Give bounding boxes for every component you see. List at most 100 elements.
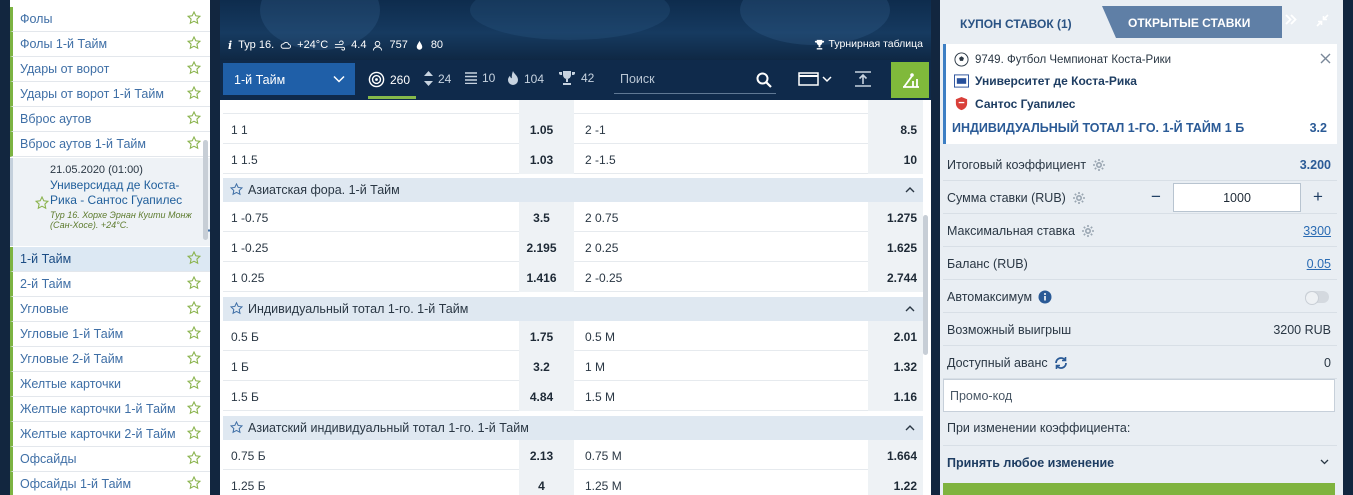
sidebar-item-yellow-cards-2nd-half[interactable]: Желтые карточки 2-й Тайм [10,422,210,447]
chevron-up-icon[interactable] [905,186,915,193]
star-icon[interactable] [187,251,201,265]
odds-button[interactable]: 1.275 [868,202,923,232]
odds-button[interactable]: 4.84 [519,381,574,411]
odds-button[interactable]: 1.16 [868,381,923,411]
chevron-up-icon[interactable] [905,305,915,312]
sidebar-item-goal-kicks-1st-half[interactable]: Удары от ворот 1-й Тайм [10,82,210,107]
refresh-icon[interactable] [1054,356,1068,370]
tab-open-bets[interactable]: ОТКРЫТЫЕ СТАВКИ [1102,6,1282,38]
odds-button[interactable]: 1.75 [519,321,574,351]
star-icon[interactable] [187,276,201,290]
odds-button[interactable]: 3.5 [519,202,574,232]
sidebar-item-corners-1st-half[interactable]: Угловые 1-й Тайм [10,322,210,347]
layout-toggle-icon[interactable] [798,72,832,86]
star-icon[interactable] [187,11,201,25]
odds-button[interactable]: 1.664 [868,440,923,470]
search-icon[interactable] [756,72,772,88]
odds-cell[interactable] [868,100,923,114]
odds-button[interactable]: 1.625 [868,232,923,262]
sidebar-item-yellow-cards[interactable]: Желтые карточки [10,372,210,397]
info-icon[interactable]: i [228,39,232,52]
star-icon[interactable] [230,183,243,196]
gear-icon[interactable] [1081,224,1095,238]
star-icon[interactable] [230,421,243,434]
odds-button[interactable]: 10 [868,144,923,174]
markets-scrollbar[interactable] [923,215,928,355]
odds-button[interactable]: 1.416 [519,262,574,292]
odds-button[interactable]: 1.22 [868,470,923,495]
sidebar-item-1st-half[interactable]: 1-й Тайм [10,247,210,272]
star-icon[interactable] [187,111,201,125]
match-teams-link[interactable]: Универсидад де Коста-Рика - Сантос Гуапи… [50,178,200,208]
sidebar-scrollbar[interactable] [203,140,208,240]
sidebar-item-yellow-cards-1st-half[interactable]: Желтые карточки 1-й Тайм [10,397,210,422]
close-icon[interactable] [1320,53,1331,64]
balance-link[interactable]: 0.05 [1307,257,1331,271]
star-icon[interactable] [187,426,201,440]
chevron-up-icon[interactable] [905,424,915,431]
star-icon[interactable] [187,136,201,150]
odds-button[interactable]: 8.5 [868,114,923,144]
tab-hot-markets[interactable]: 104 [507,71,544,86]
stake-increase-button[interactable]: + [1307,187,1329,209]
sidebar-item-corners-2nd-half[interactable]: Угловые 2-й Тайм [10,347,210,372]
gear-icon[interactable] [1092,158,1106,172]
collapse-icon[interactable] [1316,14,1329,27]
star-icon[interactable] [187,36,201,50]
tab-bet-slip[interactable]: КУПОН СТАВОК (1) [940,6,1102,44]
star-icon[interactable] [187,86,201,100]
star-icon[interactable] [187,61,201,75]
odds-button[interactable]: 2.13 [519,440,574,470]
odds-button[interactable]: 2.744 [868,262,923,292]
odds-button[interactable]: 4 [519,470,574,495]
stake-input[interactable] [1173,183,1301,212]
tab-special-markets[interactable]: 42 [558,71,594,85]
odds-button[interactable]: 3.2 [519,351,574,381]
sidebar-item-2nd-half[interactable]: 2-й Тайм [10,272,210,297]
star-icon[interactable] [187,351,201,365]
star-icon[interactable] [187,376,201,390]
odds-button[interactable]: 1.32 [868,351,923,381]
match-card[interactable]: 21.05.2020 (01:00) Универсидад де Коста-… [10,158,210,246]
tab-all-markets[interactable]: 260 [368,71,410,88]
pin-up-icon[interactable] [854,71,872,87]
sidebar-item-offsides-1st-half[interactable]: Офсайды 1-й Тайм [10,472,210,495]
market-header-individual-total[interactable]: Индивидуальный тотал 1-го. 1-й Тайм [223,297,923,321]
tab-stats-markets[interactable]: 10 [465,71,495,85]
market-search[interactable] [614,68,776,94]
odds-cell[interactable] [519,100,574,114]
odds-button[interactable]: 1.05 [519,114,574,144]
info-icon[interactable] [1038,290,1052,304]
automax-toggle[interactable] [1305,291,1329,305]
star-icon[interactable] [187,401,201,415]
sidebar-item-offsides[interactable]: Офсайды [10,447,210,472]
place-bet-button[interactable] [943,483,1335,495]
star-icon[interactable] [187,326,201,340]
star-icon[interactable] [187,451,201,465]
sidebar-item-fouls[interactable]: Фолы [10,7,210,32]
odds-button[interactable]: 1.03 [519,144,574,174]
double-chevron-right-icon[interactable] [1285,14,1297,25]
sidebar-item-throw-ins[interactable]: Вброс аутов [10,107,210,132]
market-header-asian-handicap[interactable]: Азиатская фора. 1-й Тайм [223,178,923,202]
statistics-button[interactable] [891,62,929,98]
page-scrollbar[interactable] [1344,0,1353,495]
sidebar-item-corners[interactable]: Угловые [10,297,210,322]
gear-icon[interactable] [1072,191,1086,205]
sidebar-item-throw-ins-1st-half[interactable]: Вброс аутов 1-й Тайм [10,132,210,157]
star-icon[interactable] [187,301,201,315]
star-icon[interactable] [35,196,49,210]
star-icon[interactable] [187,476,201,490]
market-header-asian-individual-total[interactable]: Азиатский индивидуальный тотал 1-го. 1-й… [223,416,923,440]
promo-code-input[interactable] [943,379,1335,412]
standings-link[interactable]: Турнирная таблица [814,38,923,50]
period-dropdown[interactable]: 1-й Тайм [223,63,355,95]
tab-updown-markets[interactable]: 24 [424,71,451,86]
odds-button[interactable]: 2.01 [868,321,923,351]
odds-change-dropdown[interactable]: Принять любое изменение [943,445,1337,478]
max-bet-link[interactable]: 3300 [1303,224,1331,238]
sidebar-item-goal-kicks[interactable]: Удары от ворот [10,57,210,82]
sidebar-item-fouls-1st-half[interactable]: Фолы 1-й Тайм [10,32,210,57]
search-input[interactable] [620,72,750,86]
star-icon[interactable] [230,302,243,315]
